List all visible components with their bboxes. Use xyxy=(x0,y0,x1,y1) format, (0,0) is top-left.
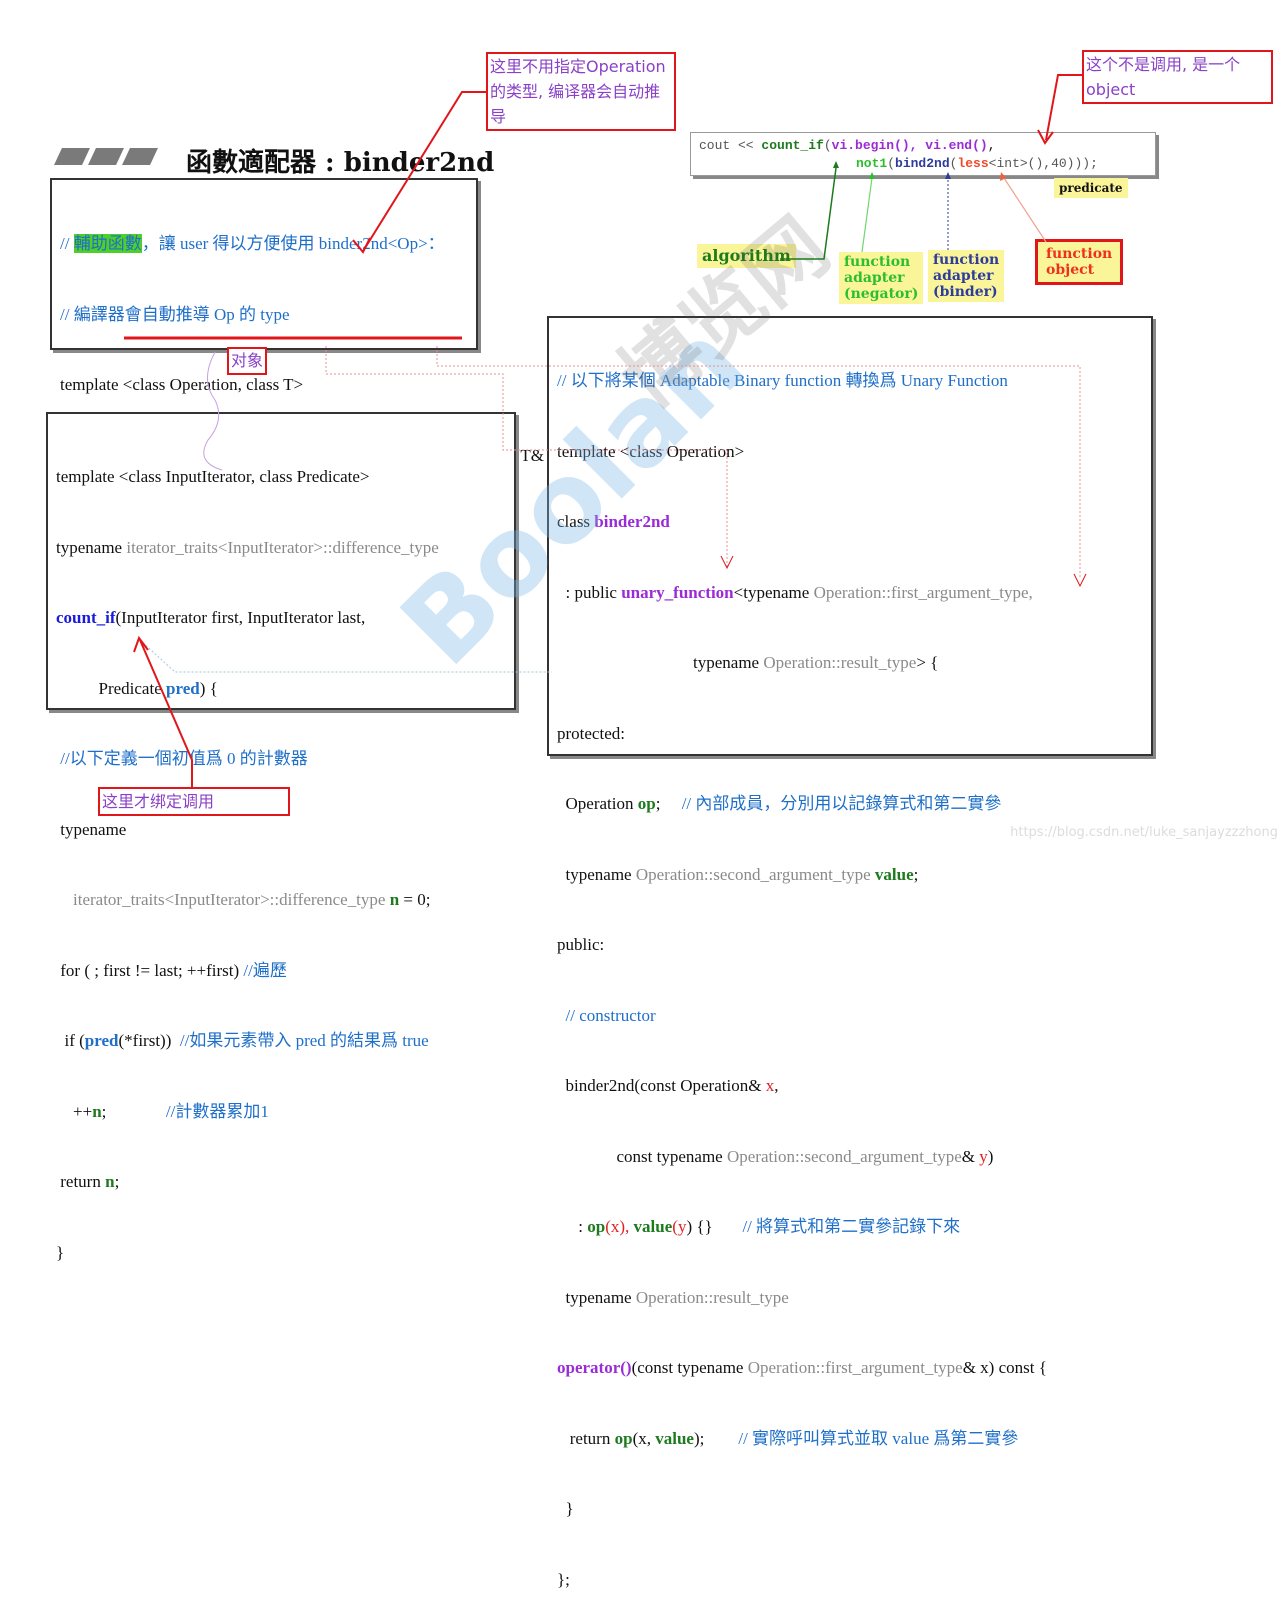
count-if-code-box: template <class InputIterator, class Pre… xyxy=(46,412,516,1262)
code-line: operator()(const typename Operation::fir… xyxy=(557,1358,1047,1377)
code-line: if (pred(*first)) //如果元素帶入 pred 的結果爲 tru… xyxy=(56,1031,429,1050)
code-line: : op(x), value(y) {} // 將算式和第二實參記錄下來 xyxy=(557,1217,961,1236)
stripe xyxy=(54,148,90,165)
code-line: } xyxy=(557,1499,574,1518)
code-line: typename Operation::result_type> { xyxy=(557,653,939,672)
code-line: return op(x, value); // 實際呼叫算式並取 value 爲… xyxy=(557,1428,1019,1448)
label-function-object: function object xyxy=(1034,239,1124,285)
code-line: typename iterator_traits<InputIterator>:… xyxy=(56,537,439,557)
code-line: for ( ; first != last; ++first) //遍歷 xyxy=(56,960,287,980)
code-line: typename Operation::second_argument_type… xyxy=(557,864,919,884)
code-line: //以下定義一個初值爲 0 的計數器 xyxy=(56,749,308,768)
predicate-label: predicate xyxy=(1054,178,1128,198)
code-line: : public unary_function<typename Operati… xyxy=(557,582,1033,602)
binder2nd-class-code-box: // 以下將某個 Adaptable Binary function 轉換爲 U… xyxy=(547,316,1153,1589)
note-not-a-call: 这个不是调用, 是一个object xyxy=(1082,50,1273,104)
code-line: template <class InputIterator, class Pre… xyxy=(56,467,370,486)
arrow-function-object xyxy=(1003,177,1047,243)
stripe xyxy=(122,148,158,165)
arrow-note-to-object xyxy=(1045,74,1082,141)
code-line: // 輔助函數，讓 user 得以方便使用 binder2nd<Op>： xyxy=(60,234,445,253)
code-line: protected: xyxy=(557,723,625,743)
code-line: template <class Operation> xyxy=(557,441,745,461)
code-line: count_if(InputIterator first, InputItera… xyxy=(56,608,366,627)
title-stripes-decoration xyxy=(54,148,160,170)
code-line: } xyxy=(56,1242,65,1262)
page-title: 函數適配器 : binder2nd xyxy=(186,148,495,178)
code-line: class binder2nd xyxy=(557,512,670,531)
usage-code-box: cout << count_if(vi.begin(), vi.end(), n… xyxy=(690,132,1156,176)
code-line: Operation op; // 內部成員，分別用以記錄算式和第二實參 xyxy=(557,794,1002,813)
source-url: https://blog.csdn.net/luke_sanjayzzzhong xyxy=(1010,825,1278,840)
code-line: cout << count_if(vi.begin(), vi.end(), xyxy=(699,138,996,153)
code-line: template <class Operation, class T> xyxy=(60,375,304,394)
code-line: iterator_traits<InputIterator>::differen… xyxy=(56,890,431,909)
note-object: 对象 xyxy=(227,347,268,375)
code-line: // 以下將某個 Adaptable Binary function 轉換爲 U… xyxy=(557,371,1008,390)
code-line: }; xyxy=(557,1569,570,1589)
code-line: const typename Operation::second_argumen… xyxy=(557,1146,994,1166)
label-binder: function adapter (binder) xyxy=(928,250,1005,302)
code-line: not1(bind2nd(less<int>(),40))); xyxy=(856,156,1098,171)
note-binding-call: 这里才绑定调用 xyxy=(98,787,290,816)
code-line: return n; xyxy=(56,1172,120,1191)
label-negator: function adapter (negator) xyxy=(839,252,924,304)
code-line: // 編譯器會自動推導 Op 的 type xyxy=(60,304,290,324)
label-algorithm: algorithm xyxy=(697,244,796,268)
helper-function-highlight: 輔助函數 xyxy=(73,234,142,253)
code-line: public: xyxy=(557,935,605,954)
code-line: binder2nd(const Operation& x, xyxy=(557,1076,779,1095)
note-type-deduction: 这里不用指定Operation的类型, 编译器会自动推导 xyxy=(486,52,676,131)
arrow-negator xyxy=(861,177,873,253)
code-line: typename Operation::result_type xyxy=(557,1287,789,1307)
stripe xyxy=(88,148,124,165)
code-line: Predicate pred) { xyxy=(56,678,218,698)
code-line: // constructor xyxy=(557,1005,656,1025)
bind2nd-code-box: // 輔助函數，讓 user 得以方便使用 binder2nd<Op>： // … xyxy=(50,178,575,676)
code-line: typename xyxy=(56,819,127,839)
code-line: ++n; //計數器累加1 xyxy=(56,1101,269,1121)
